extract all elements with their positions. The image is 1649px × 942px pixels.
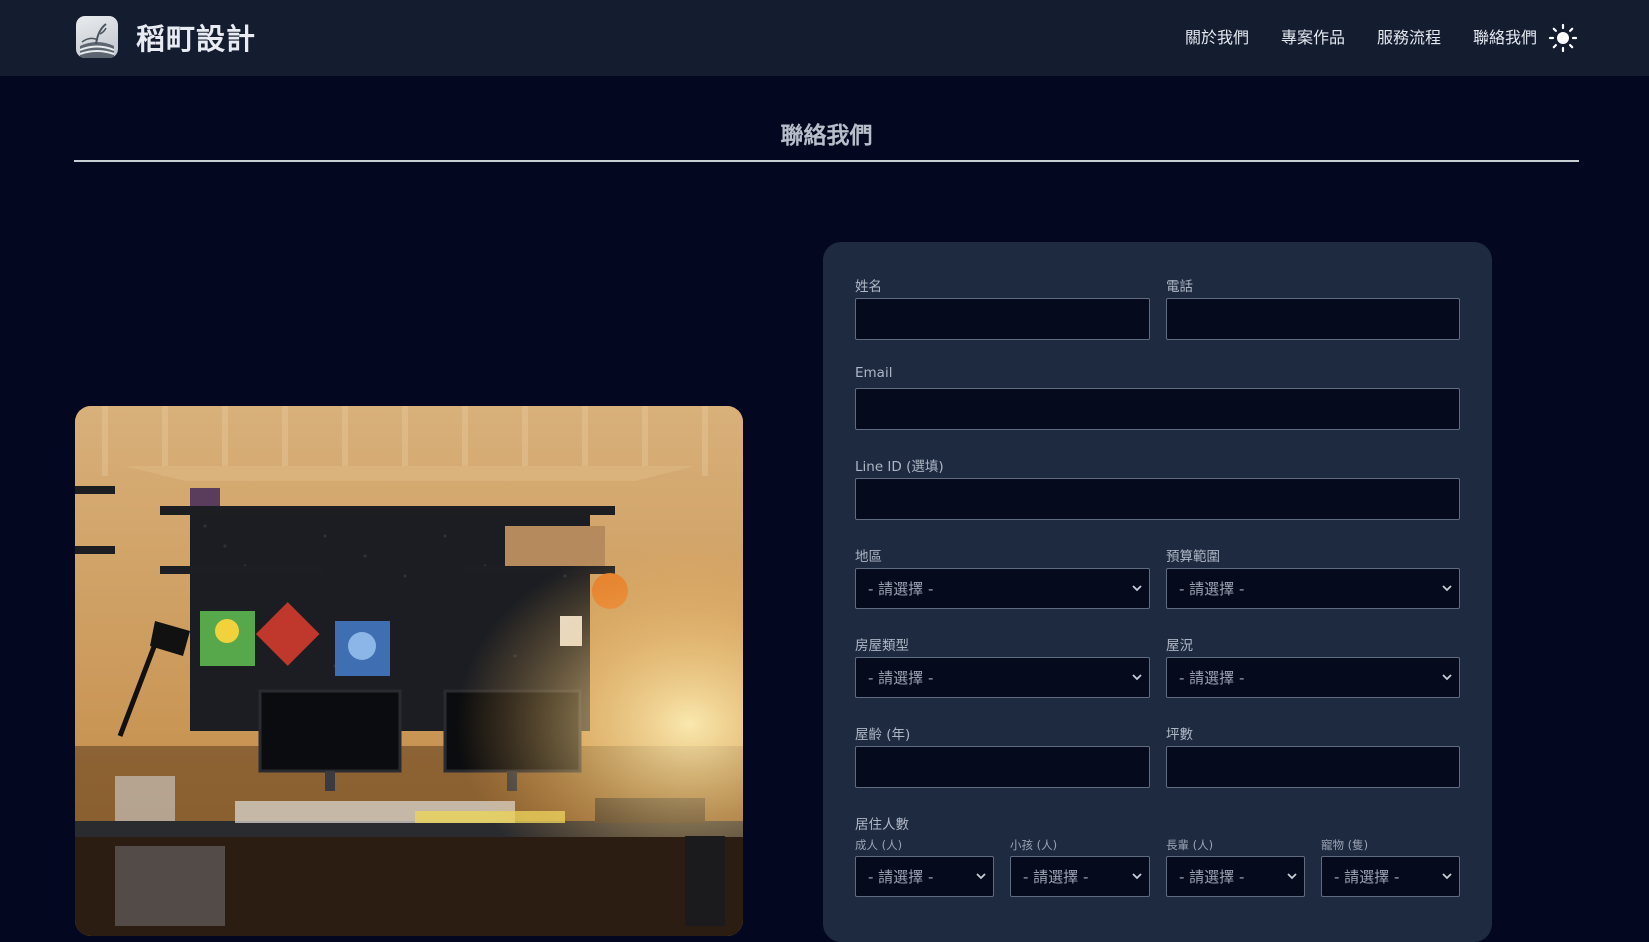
adults-select[interactable]: - 請選擇 - [855,856,994,897]
chevron-down-icon [1442,585,1452,592]
line-id-label: Line ID (選填) [855,459,944,475]
logo-icon [76,16,118,58]
house-type-label: 房屋類型 [855,638,909,654]
children-label: 小孩 (人) [1010,838,1058,852]
children-select-value: - 請選擇 - [1023,868,1089,886]
house-type-select-value: - 請選擇 - [868,669,934,687]
condition-select[interactable]: - 請選擇 - [1166,657,1460,698]
elders-select-value: - 請選擇 - [1179,868,1245,886]
nav-about[interactable]: 關於我們 [1185,24,1249,48]
page-title: 聯絡我們 [780,123,873,149]
brand[interactable]: 稻町設計 [76,14,256,60]
adults-select-value: - 請選擇 - [868,868,934,886]
house-age-label: 屋齡 (年) [855,727,911,743]
residents-label: 居住人數 [855,817,909,833]
brand-name: 稻町設計 [136,22,257,56]
region-label: 地區 [855,549,882,565]
email-input[interactable] [855,388,1460,430]
name-input[interactable] [855,298,1150,340]
children-select[interactable]: - 請選擇 - [1010,856,1150,897]
site-header: 稻町設計 關於我們 專案作品 服務流程 聯絡我們 [0,0,1649,76]
chevron-down-icon [1442,873,1452,880]
budget-label: 預算範圍 [1166,549,1220,565]
pets-select-value: - 請選擇 - [1334,868,1400,886]
pets-select[interactable]: - 請選擇 - [1321,856,1460,897]
elders-label: 長輩 (人) [1166,838,1214,852]
chevron-down-icon [1442,674,1452,681]
theme-toggle-sun-icon[interactable] [1548,23,1578,53]
email-label: Email [855,365,893,381]
region-select-value: - 請選擇 - [868,580,934,598]
condition-select-value: - 請選擇 - [1179,669,1245,687]
chevron-down-icon [1132,585,1142,592]
budget-select-value: - 請選擇 - [1179,580,1245,598]
adults-label: 成人 (人) [855,838,903,852]
contact-form: 姓名 電話 Email Line ID (選填) 地區 - 請選擇 - 預算範圍… [823,242,1492,942]
nav-contact[interactable]: 聯絡我們 [1473,24,1537,48]
budget-select[interactable]: - 請選擇 - [1166,568,1460,609]
line-id-input[interactable] [855,478,1460,520]
office-photo [75,406,743,936]
elders-select[interactable]: - 請選擇 - [1166,856,1305,897]
chevron-down-icon [976,873,986,880]
house-type-select[interactable]: - 請選擇 - [855,657,1150,698]
main-nav: 關於我們 專案作品 服務流程 聯絡我們 [1185,24,1537,48]
area-input[interactable] [1166,746,1460,788]
region-select[interactable]: - 請選擇 - [855,568,1150,609]
phone-input[interactable] [1166,298,1460,340]
chevron-down-icon [1132,674,1142,681]
pets-label: 寵物 (隻) [1321,838,1369,852]
nav-process[interactable]: 服務流程 [1377,24,1441,48]
condition-label: 屋況 [1166,638,1193,654]
area-label: 坪數 [1166,727,1193,743]
name-label: 姓名 [855,279,882,295]
chevron-down-icon [1287,873,1297,880]
phone-label: 電話 [1166,279,1193,295]
chevron-down-icon [1132,873,1142,880]
house-age-input[interactable] [855,746,1150,788]
title-divider [74,160,1579,162]
nav-projects[interactable]: 專案作品 [1281,24,1345,48]
